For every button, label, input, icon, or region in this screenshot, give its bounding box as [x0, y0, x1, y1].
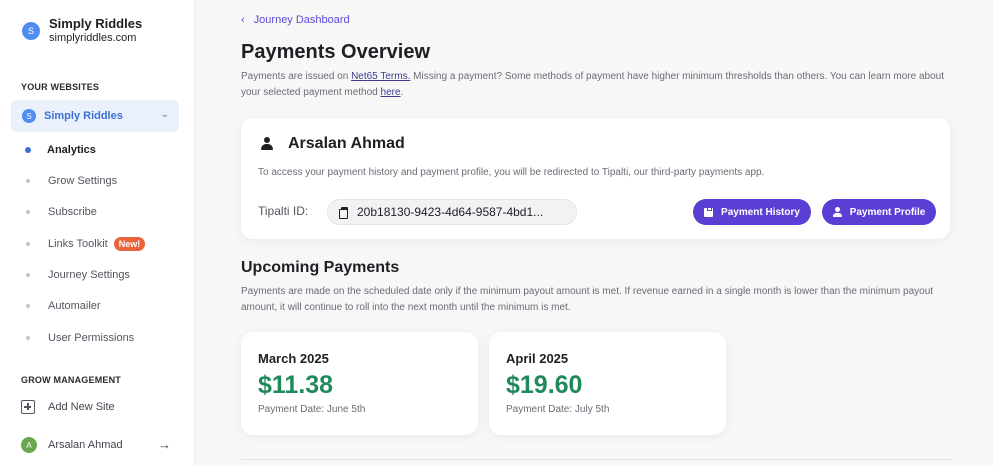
sidebar-item-label: Journey Settings	[48, 269, 130, 281]
section-divider	[241, 459, 953, 460]
tipalti-id-copy-field[interactable]: 20b18130-9423-4d64-9587-4bd1...	[327, 199, 577, 225]
payment-date: Payment Date: July 5th	[506, 404, 610, 415]
site-name: Simply Riddles	[49, 16, 143, 31]
payment-card-march-2025: March 2025 $11.38 Payment Date: June 5th	[241, 332, 478, 435]
account-header: Arsalan Ahmad	[260, 135, 405, 153]
avatar: A	[21, 437, 37, 453]
add-site-icon	[21, 400, 35, 414]
page-title: Payments Overview	[241, 41, 430, 63]
clipboard-icon	[704, 207, 714, 217]
upcoming-payments-title: Upcoming Payments	[241, 259, 400, 276]
user-account-row[interactable]: A Arsalan Ahmad →	[21, 437, 171, 453]
site-domain: simplyriddles.com	[49, 32, 137, 44]
payment-date: Payment Date: June 5th	[258, 404, 366, 415]
site-avatar: S	[22, 21, 40, 40]
tipalti-id-label: Tipalti ID:	[258, 204, 309, 218]
sidebar-item-label: Links Toolkit	[48, 238, 108, 250]
selected-site-avatar: S	[22, 109, 36, 123]
site-header[interactable]: S Simply Riddles simplyriddles.com	[22, 16, 142, 45]
bullet-icon	[26, 304, 30, 308]
add-new-site-button[interactable]: Add New Site	[21, 400, 115, 414]
payment-card-april-2025: April 2025 $19.60 Payment Date: July 5th	[489, 332, 726, 435]
sidebar-item-user-permissions[interactable]: User Permissions	[26, 330, 134, 346]
payment-month: March 2025	[258, 351, 329, 366]
upcoming-payments-description: Payments are made on the scheduled date …	[241, 286, 934, 313]
bullet-icon	[26, 336, 30, 340]
payment-profile-label: Payment Profile	[849, 206, 926, 218]
bullet-icon	[26, 210, 30, 214]
payment-amount: $11.38	[258, 371, 334, 399]
payment-method-here-link[interactable]: here	[381, 87, 401, 98]
person-icon	[260, 137, 274, 151]
payment-month: April 2025	[506, 351, 569, 366]
chevron-down-icon: ⌄	[160, 109, 169, 120]
person-icon	[832, 207, 842, 217]
payment-history-button[interactable]: Payment History	[693, 199, 811, 225]
sidebar-item-subscribe[interactable]: Subscribe	[26, 204, 97, 220]
sidebar-item-label: Subscribe	[48, 206, 97, 218]
sidebar-item-journey-settings[interactable]: Journey Settings	[26, 267, 130, 283]
chevron-left-icon: ‹	[241, 14, 245, 26]
main-content: ‹ Journey Dashboard Payments Overview Pa…	[195, 0, 993, 466]
copy-icon	[339, 206, 349, 219]
payment-history-label: Payment History	[721, 206, 800, 218]
back-link-label: Journey Dashboard	[253, 14, 350, 26]
payment-amount: $19.60	[506, 371, 583, 399]
sidebar-item-analytics[interactable]: Analytics	[25, 142, 96, 158]
net65-terms-link[interactable]: Net65 Terms.	[351, 71, 410, 82]
new-badge: New!	[113, 237, 146, 251]
tipalti-redirect-note: To access your payment history and payme…	[258, 167, 765, 178]
payment-profile-button[interactable]: Payment Profile	[822, 199, 936, 225]
tipalti-id-value: 20b18130-9423-4d64-9587-4bd1...	[357, 205, 544, 219]
sidebar-item-automailer[interactable]: Automailer	[26, 298, 101, 314]
bullet-icon	[26, 179, 30, 183]
active-dot-icon	[25, 147, 31, 153]
intro-text-part: Payments are issued on	[241, 71, 352, 82]
sidebar-item-label: Grow Settings	[48, 175, 118, 187]
sidebar-item-label: User Permissions	[48, 332, 135, 344]
payments-intro-text: Payments are issued on Net65 Terms. Miss…	[241, 69, 951, 101]
back-to-journey-dashboard-link[interactable]: ‹ Journey Dashboard	[241, 14, 350, 26]
your-websites-label: YOUR WEBSITES	[21, 82, 100, 92]
sidebar-item-grow-settings[interactable]: Grow Settings	[26, 173, 117, 189]
grow-management-label: GROW MANAGEMENT	[21, 375, 121, 385]
selected-site-label: Simply Riddles	[44, 110, 123, 122]
sidebar-item-links-toolkit[interactable]: Links Toolkit New!	[26, 236, 146, 252]
account-name: Arsalan Ahmad	[288, 135, 405, 152]
add-site-label: Add New Site	[48, 401, 115, 413]
sidebar: S Simply Riddles simplyriddles.com YOUR …	[0, 0, 195, 466]
user-name: Arsalan Ahmad	[48, 439, 123, 451]
payment-account-card: Arsalan Ahmad To access your payment his…	[241, 118, 950, 239]
logout-arrow-icon[interactable]: →	[158, 437, 171, 452]
site-selector[interactable]: S Simply Riddles ⌄	[11, 100, 179, 132]
sidebar-item-label: Automailer	[48, 300, 101, 312]
bullet-icon	[26, 242, 30, 246]
intro-text-part: .	[400, 87, 404, 98]
bullet-icon	[26, 273, 30, 277]
sidebar-item-label: Analytics	[47, 144, 96, 156]
